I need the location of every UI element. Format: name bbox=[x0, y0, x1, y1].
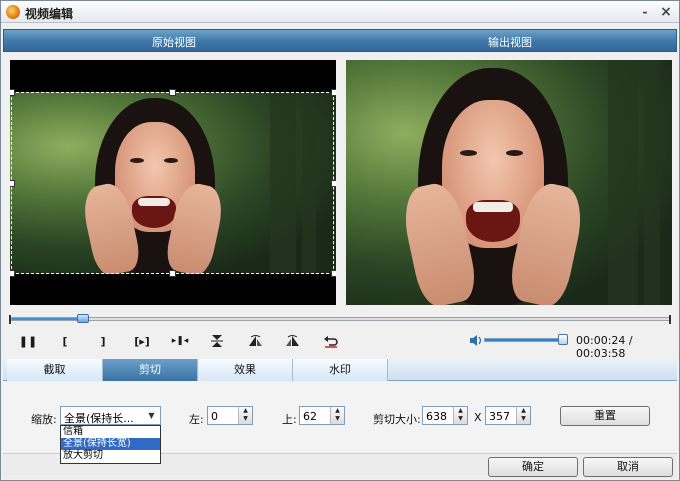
spin-down-icon[interactable]: ▼ bbox=[517, 415, 530, 423]
tab-effect[interactable]: 效果 bbox=[198, 359, 293, 381]
app-logo-icon bbox=[6, 5, 20, 19]
crop-handle-left[interactable] bbox=[10, 180, 15, 187]
window-title: 视频编辑 bbox=[25, 7, 74, 21]
crop-handle-top-right[interactable] bbox=[331, 89, 336, 96]
volume-track[interactable] bbox=[484, 338, 568, 342]
pause-button[interactable]: ❚❚ bbox=[19, 333, 37, 349]
mark-in-button[interactable]: [ bbox=[56, 333, 74, 349]
crop-height-stepper[interactable]: 357 ▲ ▼ bbox=[485, 406, 531, 425]
left-offset-label: 左: bbox=[189, 413, 204, 426]
crop-rectangle[interactable] bbox=[11, 92, 334, 274]
zoom-label: 缩放: bbox=[31, 413, 57, 426]
left-offset-value: 0 bbox=[211, 410, 218, 423]
crop-height-value: 357 bbox=[489, 410, 510, 423]
spin-up-icon[interactable]: ▲ bbox=[331, 407, 344, 415]
zoom-option-zoom-crop[interactable]: 放大剪切 bbox=[61, 450, 160, 462]
tab-bar: 截取 剪切 效果 水印 bbox=[3, 359, 677, 381]
flip-vertical-icon bbox=[211, 335, 223, 347]
time-display: 00:00:24 / 00:03:58 bbox=[576, 334, 633, 360]
crop-size-label: 剪切大小: bbox=[373, 413, 421, 426]
undo-button[interactable] bbox=[322, 333, 340, 349]
left-offset-stepper[interactable]: 0 ▲ ▼ bbox=[207, 406, 253, 425]
skip-to-end-button[interactable]: ▸❚◂ bbox=[169, 333, 191, 349]
crop-handle-bottom-right[interactable] bbox=[331, 270, 336, 277]
zoom-mode-value: 全景(保持长... bbox=[64, 412, 134, 425]
crop-handle-bottom[interactable] bbox=[169, 270, 176, 277]
chevron-down-icon[interactable]: ▼ bbox=[143, 407, 160, 424]
top-offset-value: 62 bbox=[303, 410, 317, 423]
tab-crop[interactable]: 剪切 bbox=[103, 359, 198, 381]
rotate-right-icon bbox=[286, 335, 299, 346]
size-separator: X bbox=[474, 411, 482, 424]
crop-width-spin-buttons[interactable]: ▲ ▼ bbox=[453, 407, 467, 424]
crop-handle-top[interactable] bbox=[169, 89, 176, 96]
reset-button[interactable]: 重置 bbox=[560, 406, 650, 426]
speaker-icon[interactable] bbox=[469, 334, 483, 347]
rotate-left-button[interactable] bbox=[246, 333, 264, 349]
output-video-frame bbox=[346, 60, 672, 305]
original-video-pane[interactable] bbox=[10, 60, 336, 305]
close-button[interactable]: × bbox=[658, 4, 674, 20]
crop-handle-bottom-left[interactable] bbox=[10, 270, 15, 277]
flip-vertical-button[interactable] bbox=[208, 333, 226, 349]
tab-watermark[interactable]: 水印 bbox=[293, 359, 388, 381]
spin-down-icon[interactable]: ▼ bbox=[239, 415, 252, 423]
top-offset-stepper[interactable]: 62 ▲ ▼ bbox=[299, 406, 345, 425]
zoom-option-pan-scan[interactable]: 全景(保持长宽) bbox=[61, 438, 160, 450]
seek-thumb[interactable] bbox=[77, 314, 89, 323]
spin-down-icon[interactable]: ▼ bbox=[454, 415, 467, 423]
zoom-option-letterbox[interactable]: 信箱 bbox=[61, 426, 160, 438]
next-frame-button[interactable]: [▸] bbox=[129, 333, 155, 349]
crop-handle-top-left[interactable] bbox=[10, 89, 15, 96]
zoom-mode-dropdown: 信箱 全景(保持长宽) 放大剪切 bbox=[60, 425, 161, 464]
original-view-label: 原始视图 bbox=[152, 36, 196, 49]
cancel-button[interactable]: 取消 bbox=[583, 457, 673, 477]
volume-thumb[interactable] bbox=[558, 334, 568, 345]
top-offset-label: 上: bbox=[282, 413, 297, 426]
zoom-mode-select[interactable]: 全景(保持长... ▼ bbox=[60, 406, 161, 425]
top-offset-spin-buttons[interactable]: ▲ ▼ bbox=[330, 407, 344, 424]
seek-track[interactable] bbox=[11, 317, 671, 321]
crop-width-value: 638 bbox=[426, 410, 447, 423]
seek-bar[interactable] bbox=[9, 314, 671, 324]
crop-height-spin-buttons[interactable]: ▲ ▼ bbox=[516, 407, 530, 424]
rotate-right-button[interactable] bbox=[284, 333, 302, 349]
volume-fill bbox=[485, 339, 563, 341]
output-view-label: 输出视图 bbox=[488, 36, 532, 49]
seek-end-marker bbox=[669, 315, 671, 324]
minimize-button[interactable]: - bbox=[637, 4, 653, 20]
seek-progress-fill bbox=[12, 318, 82, 320]
tab-trim[interactable]: 截取 bbox=[7, 359, 103, 381]
spin-up-icon[interactable]: ▲ bbox=[517, 407, 530, 415]
rotate-left-icon bbox=[249, 335, 262, 346]
spin-up-icon[interactable]: ▲ bbox=[454, 407, 467, 415]
mark-out-button[interactable]: ] bbox=[94, 333, 112, 349]
ok-button[interactable]: 确定 bbox=[488, 457, 578, 477]
spin-up-icon[interactable]: ▲ bbox=[239, 407, 252, 415]
undo-arrow-icon bbox=[324, 336, 338, 348]
video-edit-window: 视频编辑 - × 原始视图 输出视图 ❚❚ [] [▸] ▸❚◂ 00:00:… bbox=[0, 0, 680, 481]
view-header-bar: 原始视图 输出视图 bbox=[3, 29, 677, 52]
crop-handle-right[interactable] bbox=[331, 180, 336, 187]
spin-down-icon[interactable]: ▼ bbox=[331, 415, 344, 423]
crop-width-stepper[interactable]: 638 ▲ ▼ bbox=[422, 406, 468, 425]
title-bar[interactable]: 视频编辑 - × bbox=[1, 1, 679, 23]
output-video-pane bbox=[346, 60, 672, 305]
left-offset-spin-buttons[interactable]: ▲ ▼ bbox=[238, 407, 252, 424]
